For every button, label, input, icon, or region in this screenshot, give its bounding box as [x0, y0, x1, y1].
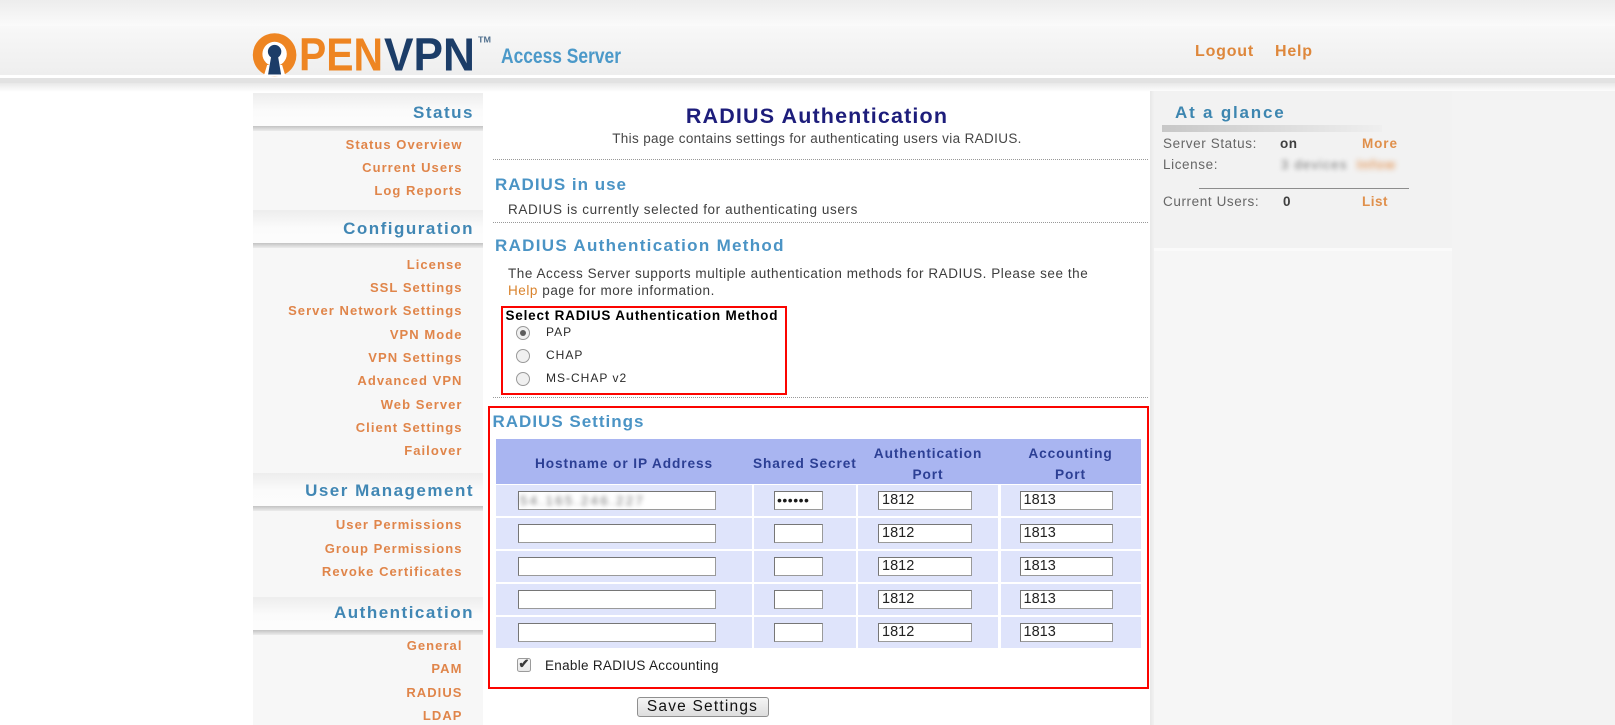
svg-text:PEN: PEN [299, 29, 383, 81]
svg-text:VPN: VPN [384, 29, 475, 81]
svg-text:Access Server: Access Server [501, 45, 621, 68]
svg-text:TM: TM [478, 36, 491, 45]
